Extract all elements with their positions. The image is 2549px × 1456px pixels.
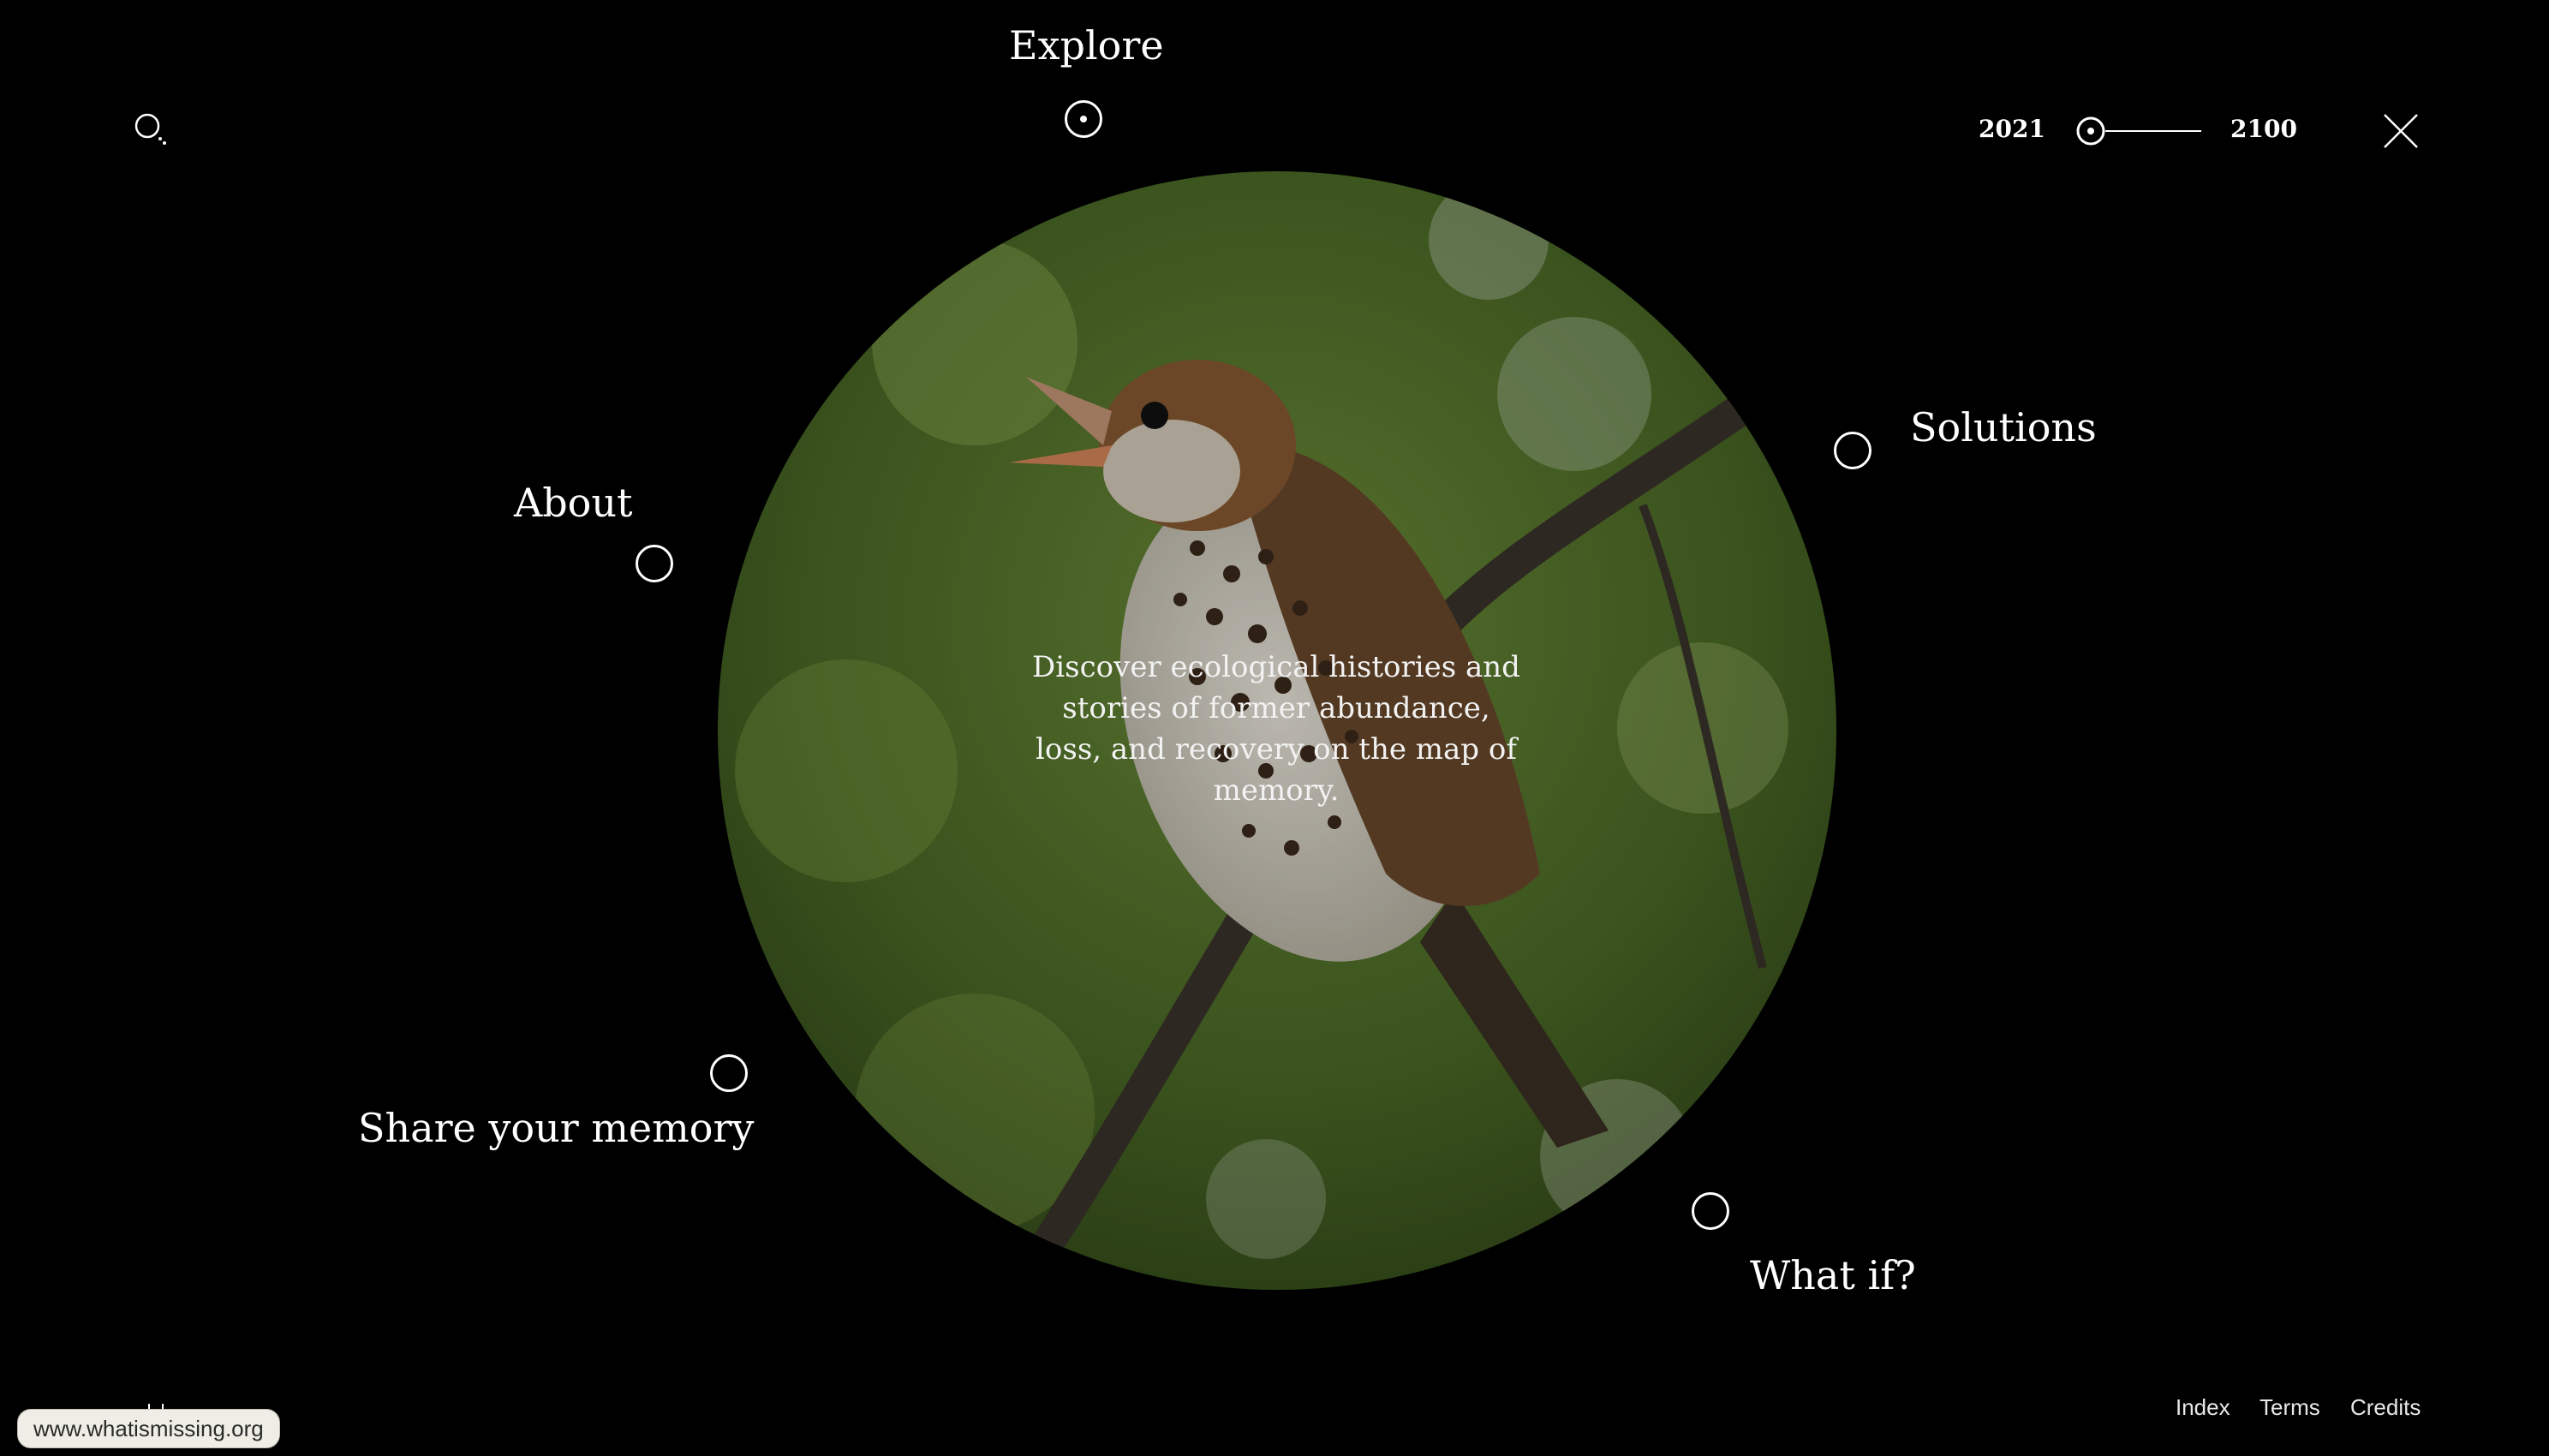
nav-explore-label[interactable]: Explore xyxy=(1009,22,1164,69)
status-url: www.whatismissing.org xyxy=(17,1409,280,1448)
nav-share-dot[interactable] xyxy=(710,1054,748,1092)
nav-whatif-label[interactable]: What if? xyxy=(1750,1252,1916,1298)
timeline-slider[interactable] xyxy=(2076,116,2201,146)
footer-credits-link[interactable]: Credits xyxy=(2350,1394,2421,1421)
nav-solutions-dot[interactable] xyxy=(1834,432,1871,469)
timeline-start-year: 2021 xyxy=(1979,115,2045,143)
nav-whatif-dot[interactable] xyxy=(1692,1192,1729,1230)
footer-terms-link[interactable]: Terms xyxy=(2259,1394,2320,1421)
nav-about-dot[interactable] xyxy=(636,545,673,582)
nav-solutions-label[interactable]: Solutions xyxy=(1910,404,2097,451)
close-icon[interactable] xyxy=(2383,113,2419,149)
nav-explore-dot[interactable] xyxy=(1065,100,1102,138)
search-icon[interactable] xyxy=(133,111,167,146)
intro-text: Discover ecological histories and storie… xyxy=(1032,650,1520,808)
timeline-end-year: 2100 xyxy=(2230,115,2297,143)
nav-share-label[interactable]: Share your memory xyxy=(358,1105,754,1151)
nav-about-label[interactable]: About xyxy=(514,480,632,526)
footer-index-link[interactable]: Index xyxy=(2176,1394,2230,1421)
